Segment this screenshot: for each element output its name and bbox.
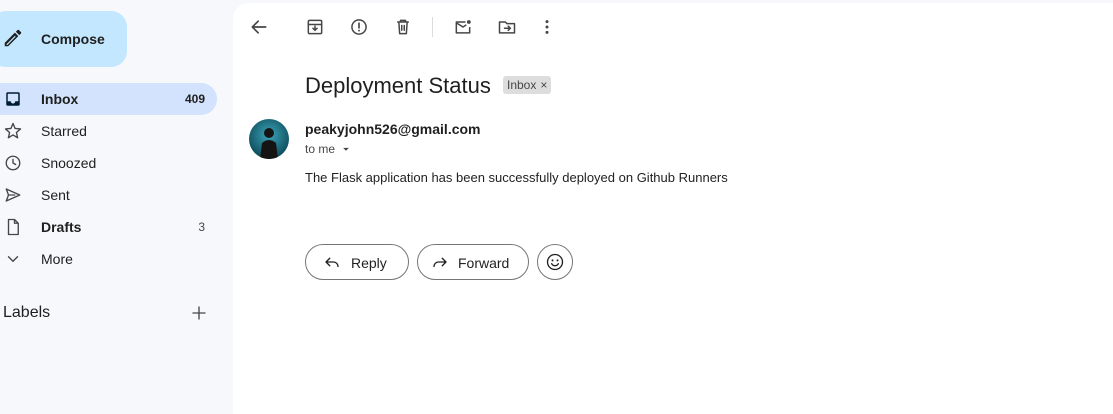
reply-label: Reply bbox=[351, 255, 387, 271]
add-label-button[interactable] bbox=[190, 304, 208, 322]
sidebar-item-drafts[interactable]: Drafts 3 bbox=[0, 211, 217, 243]
sidebar-item-label: Snoozed bbox=[41, 155, 97, 171]
toolbar-divider bbox=[432, 17, 433, 37]
mark-unread-button[interactable] bbox=[453, 17, 473, 37]
inbox-icon bbox=[4, 90, 22, 108]
move-to-icon bbox=[498, 21, 516, 34]
unread-count: 409 bbox=[184, 92, 205, 106]
label-chip-text: Inbox bbox=[507, 78, 537, 92]
sidebar: Compose Inbox 409 Starred Snoozed Sent D… bbox=[0, 0, 233, 414]
move-to-button[interactable] bbox=[497, 17, 517, 37]
sidebar-item-inbox[interactable]: Inbox 409 bbox=[0, 83, 217, 115]
message-body: The Flask application has been successfu… bbox=[305, 170, 728, 185]
recipient-text: to me bbox=[305, 142, 336, 156]
star-icon bbox=[4, 122, 22, 140]
sidebar-item-more[interactable]: More bbox=[0, 243, 217, 275]
delete-button[interactable] bbox=[393, 17, 413, 37]
reply-icon bbox=[323, 253, 341, 271]
message-subject: Deployment Status bbox=[305, 73, 491, 98]
sidebar-item-label: Sent bbox=[41, 187, 70, 203]
compose-label: Compose bbox=[41, 31, 105, 47]
caret-down-icon bbox=[339, 142, 353, 156]
avatar[interactable] bbox=[249, 119, 289, 159]
delete-icon bbox=[397, 19, 409, 35]
sidebar-item-label: More bbox=[41, 251, 73, 267]
archive-icon bbox=[307, 19, 323, 35]
pencil-icon bbox=[2, 27, 24, 49]
report-spam-icon bbox=[351, 19, 367, 35]
send-icon bbox=[4, 186, 22, 204]
forward-button[interactable]: Forward bbox=[417, 244, 529, 280]
draft-icon bbox=[4, 218, 22, 236]
chevron-down-icon bbox=[4, 250, 22, 268]
remove-label-button[interactable]: × bbox=[540, 78, 547, 92]
report-spam-button[interactable] bbox=[349, 17, 369, 37]
label-chip: Inbox × bbox=[503, 76, 552, 94]
back-button[interactable] bbox=[249, 17, 269, 37]
sidebar-item-label: Inbox bbox=[41, 91, 79, 107]
plus-icon bbox=[192, 306, 206, 320]
reply-button[interactable]: Reply bbox=[305, 244, 409, 280]
clock-icon bbox=[4, 154, 22, 172]
forward-label: Forward bbox=[458, 255, 510, 271]
more-options-button[interactable] bbox=[537, 17, 557, 37]
message-view: Deployment Status Inbox × peakyjohn526@g… bbox=[233, 3, 1113, 414]
sender-email[interactable]: peakyjohn526@gmail.com bbox=[305, 121, 481, 137]
sidebar-item-sent[interactable]: Sent bbox=[0, 179, 217, 211]
more-vert-icon bbox=[545, 20, 549, 34]
emoji-smile-icon bbox=[545, 252, 565, 272]
recipient-details-toggle[interactable]: to me bbox=[305, 142, 353, 156]
sidebar-item-label: Drafts bbox=[41, 219, 82, 235]
sidebar-item-snoozed[interactable]: Snoozed bbox=[0, 147, 217, 179]
forward-icon bbox=[431, 253, 449, 271]
labels-heading: Labels bbox=[3, 304, 51, 321]
sidebar-item-label: Starred bbox=[41, 123, 87, 139]
sidebar-item-starred[interactable]: Starred bbox=[0, 115, 217, 147]
add-reaction-button[interactable] bbox=[537, 244, 573, 280]
archive-button[interactable] bbox=[305, 17, 325, 37]
drafts-count: 3 bbox=[198, 220, 205, 234]
back-arrow-icon bbox=[251, 20, 267, 34]
mark-unread-icon bbox=[455, 20, 471, 34]
compose-button[interactable]: Compose bbox=[0, 11, 127, 67]
